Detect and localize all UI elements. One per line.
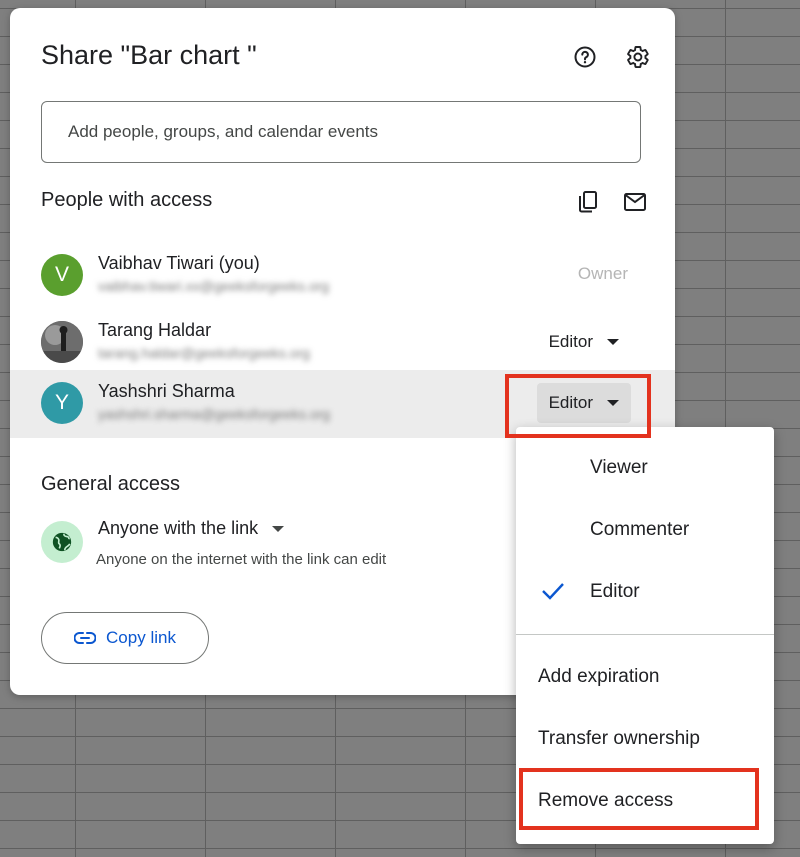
person-name: Tarang Haldar: [98, 320, 212, 340]
person-name: Vaibhav Tiwari (you): [98, 253, 260, 273]
avatar: V: [41, 254, 83, 296]
globe-icon: [41, 521, 83, 563]
check-icon: [542, 583, 564, 600]
menu-item-remove-access[interactable]: Remove access: [516, 775, 774, 827]
menu-item-transfer-ownership[interactable]: Transfer ownership: [516, 713, 774, 765]
dialog-title: Share "Bar chart ": [41, 40, 257, 70]
copy-link-button[interactable]: Copy link: [41, 612, 209, 664]
menu-item-viewer[interactable]: Viewer: [516, 442, 774, 494]
link-access-dropdown[interactable]: Anyone with the link: [98, 518, 285, 539]
add-people-field[interactable]: [41, 101, 641, 163]
avatar: Y: [41, 382, 83, 424]
role-dropdown[interactable]: Editor: [537, 322, 631, 362]
link-access-description: Anyone on the internet with the link can…: [96, 551, 387, 568]
person-row-tarang: Tarang Haldar tarang.haldar@geeksforgeek…: [10, 309, 675, 376]
person-email-redacted: vaibhav.tiwari.xx@geeksforgeeks.org: [98, 278, 330, 294]
owner-role-label: Owner: [577, 264, 628, 283]
menu-item-label: Commenter: [590, 519, 690, 540]
link-icon: [74, 632, 97, 644]
menu-item-label: Viewer: [590, 457, 648, 478]
role-dropdown-label: Editor: [548, 332, 593, 351]
role-dropdown-active[interactable]: Editor: [536, 383, 631, 423]
menu-item-add-expiration[interactable]: Add expiration: [516, 651, 774, 703]
add-people-input[interactable]: [42, 102, 640, 162]
email-icon[interactable]: [618, 185, 652, 219]
menu-item-label: Transfer ownership: [538, 728, 700, 749]
help-icon[interactable]: [568, 40, 602, 74]
avatar-initial: Y: [54, 391, 69, 414]
menu-item-commenter[interactable]: Commenter: [516, 504, 774, 556]
menu-item-label: Editor: [590, 581, 640, 602]
person-email-redacted: tarang.haldar@geeksforgeeks.org: [98, 345, 310, 361]
copy-emails-icon[interactable]: [571, 185, 605, 219]
general-access-heading: General access: [41, 473, 180, 495]
caret-down-icon: [272, 525, 285, 532]
person-name: Yashshri Sharma: [98, 381, 235, 401]
link-access-label: Anyone with the link: [98, 518, 259, 538]
avatar-photo: [41, 321, 83, 363]
menu-divider: [516, 634, 774, 635]
menu-item-editor[interactable]: Editor: [516, 566, 774, 618]
role-dropdown-label: Editor: [548, 393, 593, 412]
copy-link-label: Copy link: [106, 628, 176, 647]
gear-icon[interactable]: [621, 40, 655, 74]
people-with-access-heading: People with access: [41, 189, 213, 211]
person-row-owner: V Vaibhav Tiwari (you) vaibhav.tiwari.xx…: [10, 242, 675, 309]
avatar-initial: V: [54, 263, 69, 286]
menu-item-label: Add expiration: [538, 666, 660, 687]
person-email-redacted: yashshri.sharma@geeksforgeeks.org: [98, 406, 331, 422]
menu-item-label: Remove access: [538, 790, 674, 811]
caret-down-icon: [607, 400, 619, 406]
role-menu: Viewer Commenter Editor Add expiration T…: [516, 427, 774, 844]
caret-down-icon: [607, 339, 619, 345]
